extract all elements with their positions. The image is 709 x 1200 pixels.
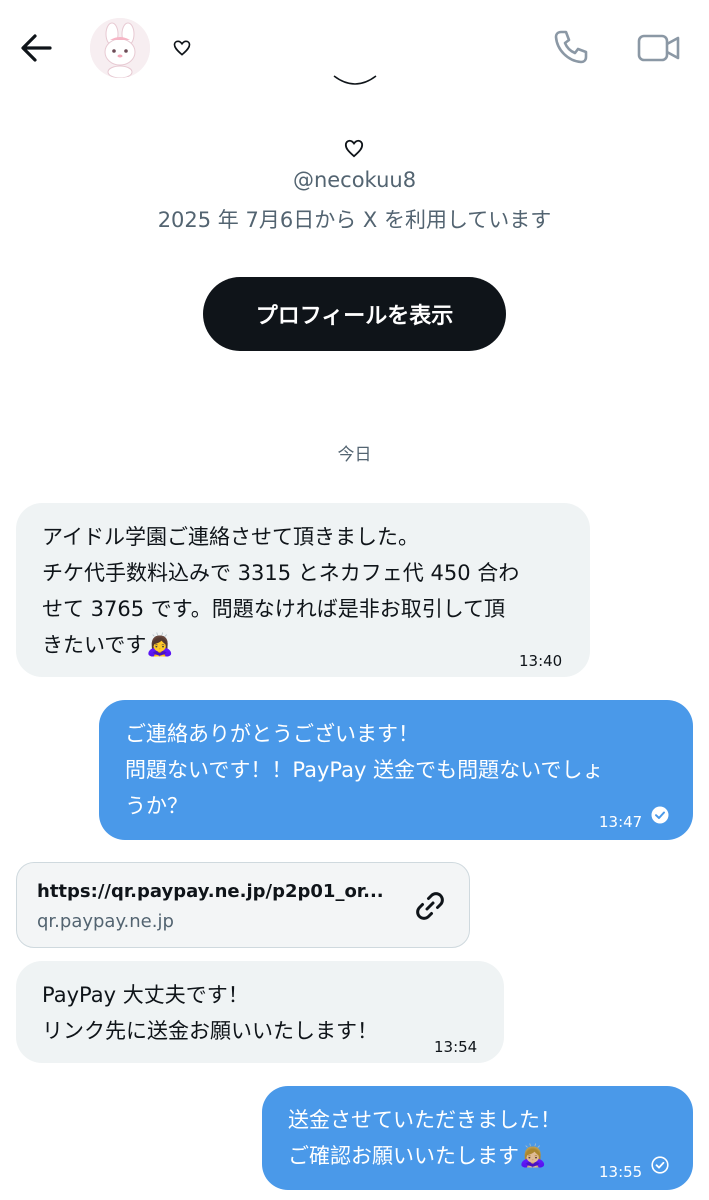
sent-check-icon <box>651 1156 669 1174</box>
arrow-left-icon[interactable] <box>16 28 56 68</box>
message-line: ご連絡ありがとうございます！ <box>125 722 419 746</box>
message-line: 送金させていただきました！ <box>288 1108 561 1132</box>
message-line: チケ代手数料込みで 3315 とネカフェ代 450 合わ <box>42 561 520 585</box>
message-time: 13:54 <box>434 1038 478 1056</box>
message-line: せて 3765 です。問題なければ是非お取引して頂 <box>42 597 506 621</box>
date-separator: 今日 <box>337 445 372 465</box>
message-line: うか？ <box>125 794 188 818</box>
message-bubble-incoming[interactable]: PayPay 大丈夫です！ リンク先に送金お願いいたします！ 13:54 <box>16 961 504 1063</box>
read-check-icon <box>651 806 669 824</box>
heart-outline-icon <box>344 139 364 158</box>
profile-avatar-edge <box>333 75 377 85</box>
bunny-avatar-icon <box>90 18 150 78</box>
bowing-person-emoji: 🙇🏼‍♀️ <box>519 1144 547 1169</box>
message-bubble-outgoing[interactable]: ご連絡ありがとうございます！ 問題ないです！！PayPay 送金でも問題ないでし… <box>99 700 693 840</box>
link-preview-card[interactable]: https://qr.paypay.ne.jp/p2p01_or... qr.p… <box>16 862 470 948</box>
link-domain: qr.paypay.ne.jp <box>37 911 174 932</box>
link-icon <box>416 892 444 920</box>
profile-handle: @necokuu8 <box>292 168 417 192</box>
phone-icon[interactable] <box>552 28 590 66</box>
message-line: きたいです <box>42 633 147 657</box>
message-line: リンク先に送金お願いいたします！ <box>42 1019 378 1043</box>
bowing-person-emoji: 🙇‍♀️ <box>146 633 174 658</box>
message-bubble-outgoing[interactable]: 送金させていただきました！ ご確認お願いいたします🙇🏼‍♀️ 13:55 <box>262 1086 693 1190</box>
message-line: アイドル学園ご連絡させて頂きました。 <box>42 525 419 549</box>
message-time: 13:40 <box>519 652 563 670</box>
message-time: 13:47 <box>599 813 643 831</box>
avatar[interactable] <box>90 18 150 78</box>
view-profile-button[interactable]: プロフィールを表示 <box>203 277 506 351</box>
message-line: 問題ないです！！PayPay 送金でも問題ないでしょ <box>125 758 604 782</box>
video-camera-icon[interactable] <box>636 30 682 66</box>
heart-outline-icon <box>173 40 191 56</box>
message-time: 13:55 <box>599 1163 643 1181</box>
message-line: ご確認お願いいたします <box>288 1144 519 1168</box>
message-line: PayPay 大丈夫です！ <box>42 983 249 1007</box>
message-bubble-incoming[interactable]: アイドル学園ご連絡させて頂きました。 チケ代手数料込みで 3315 とネカフェ代… <box>16 503 590 677</box>
link-url: https://qr.paypay.ne.jp/p2p01_or... <box>37 881 384 902</box>
profile-joined-date: 2025 年 7月6日から X を利用しています <box>157 208 552 232</box>
